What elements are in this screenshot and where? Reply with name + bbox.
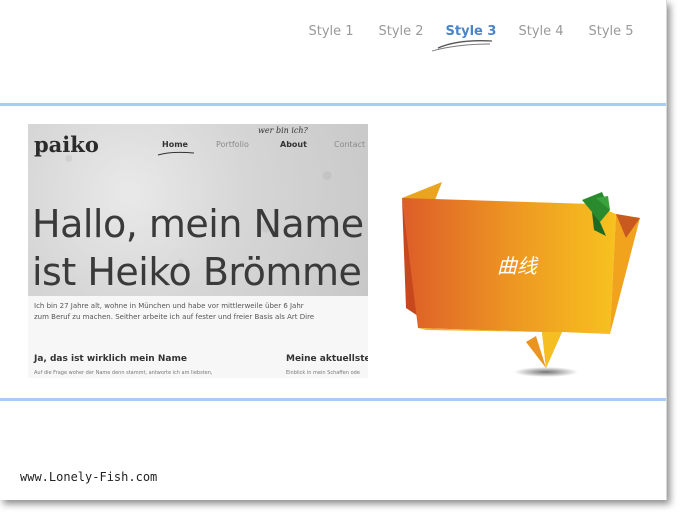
preview-paragraph-2: zum Beruf zu machen. Seither arbeite ich… xyxy=(34,313,315,321)
top-divider xyxy=(0,103,666,106)
style-nav: Style 1 Style 2 Style 3 Style 4 Style 5 xyxy=(296,24,646,52)
preview-headline-2: ist Heiko Brömme xyxy=(32,250,362,294)
footer-url[interactable]: www.Lonely-Fish.com xyxy=(20,470,157,484)
nav-style-3[interactable]: Style 3 xyxy=(431,24,506,52)
preview-col2-title: Meine aktuellster xyxy=(286,354,368,364)
preview-handwriting: wer bin ich? xyxy=(258,126,308,135)
preview-logo: paiko xyxy=(34,132,99,157)
preview-headline-1: Hallo, mein Name xyxy=(32,202,364,246)
nav-style-2-label: Style 2 xyxy=(378,24,424,39)
nav-style-5[interactable]: Style 5 xyxy=(576,24,646,39)
nav-style-2[interactable]: Style 2 xyxy=(366,24,436,39)
nav-style-1-label: Style 1 xyxy=(308,24,354,39)
nav-style-3-label: Style 3 xyxy=(445,24,497,39)
bottom-divider xyxy=(0,398,666,401)
page-frame: Style 1 Style 2 Style 3 Style 4 Style 5 … xyxy=(0,0,667,500)
menu-underline-icon xyxy=(157,151,195,156)
preview-col1-text: Auf die Frage woher der Name denn stammt… xyxy=(34,370,213,376)
nav-style-4-label: Style 4 xyxy=(518,24,564,39)
preview-menu-about: About xyxy=(280,140,307,149)
nav-style-4[interactable]: Style 4 xyxy=(506,24,576,39)
origami-banner[interactable]: 曲线 xyxy=(396,178,644,378)
nav-style-5-label: Style 5 xyxy=(588,24,634,39)
preview-col2-text: Einblick in mein Schaffen ode xyxy=(286,370,360,376)
website-preview[interactable]: paiko wer bin ich? Home Portfolio About … xyxy=(28,124,368,378)
preview-paragraph-1: Ich bin 27 Jahre alt, wohne in München u… xyxy=(34,302,304,310)
nav-style-1[interactable]: Style 1 xyxy=(296,24,366,39)
preview-col1-title: Ja, das ist wirklich mein Name xyxy=(34,354,187,364)
preview-menu-portfolio: Portfolio xyxy=(216,140,249,149)
preview-menu-contact: Contact xyxy=(334,140,366,149)
preview-menu-home: Home xyxy=(162,140,188,149)
active-swoosh-icon xyxy=(431,40,493,52)
banner-label: 曲线 xyxy=(497,254,537,278)
